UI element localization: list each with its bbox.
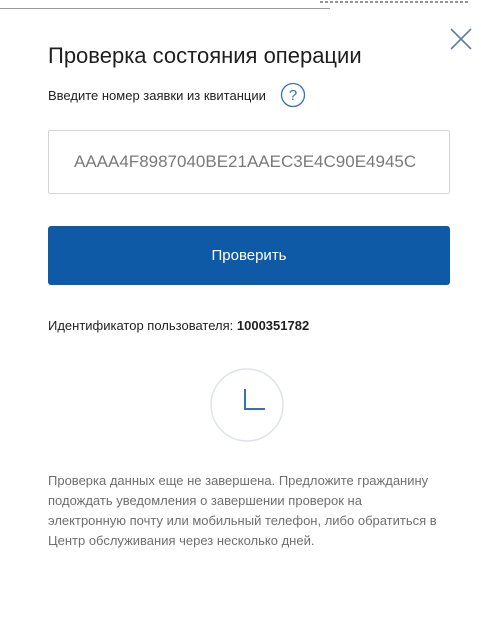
top-divider	[0, 8, 330, 9]
cropped-top-fragment	[320, 0, 481, 6]
check-button[interactable]: Проверить	[48, 226, 450, 285]
hint-label: Введите номер заявки из квитанции	[48, 87, 266, 103]
user-id-value: 1000351782	[236, 318, 310, 333]
dialog-title: Проверка состояния операции	[48, 43, 362, 68]
status-message: Проверка данных еще не завершена. Предло…	[48, 473, 437, 548]
question-mark-circle-icon[interactable]: ?	[280, 82, 306, 108]
clock-icon	[209, 367, 285, 443]
svg-text:?: ?	[289, 87, 297, 104]
close-icon[interactable]	[448, 26, 474, 52]
hint-row: Введите номер заявки из квитанции ?	[48, 80, 306, 110]
request-number-input[interactable]	[48, 130, 450, 194]
user-id-row: Идентификатор пользователя: 1000351782	[48, 318, 309, 333]
user-id-label: Идентификатор пользователя:	[48, 318, 234, 333]
